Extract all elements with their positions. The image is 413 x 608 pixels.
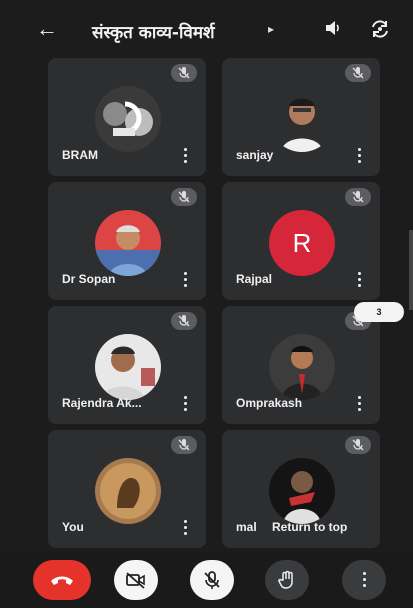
avatar-letter: R: [292, 227, 312, 258]
mic-off-icon: [345, 64, 371, 82]
avatar: [95, 210, 161, 276]
avatar: [269, 334, 335, 400]
back-arrow-icon[interactable]: ←: [36, 16, 58, 42]
meeting-title[interactable]: संस्कृत काव्य-विमर्श: [92, 20, 215, 43]
more-vert-icon[interactable]: [180, 520, 190, 536]
participant-name: BRAM: [62, 148, 98, 162]
more-vert-icon[interactable]: [354, 396, 364, 412]
mic-off-icon: [345, 436, 371, 454]
participant-tile-mal[interactable]: mal Return to top: [222, 430, 380, 548]
speaker-icon[interactable]: [321, 18, 345, 42]
more-vert-icon: [359, 572, 369, 588]
return-to-top-link[interactable]: Return to top: [272, 520, 347, 534]
avatar: [95, 334, 161, 400]
participant-tile-dr-sopan[interactable]: Dr Sopan: [48, 182, 206, 300]
more-vert-icon[interactable]: [180, 148, 190, 164]
video-off-icon: [126, 572, 145, 589]
phone-hangup-icon: [51, 576, 73, 585]
raise-hand-button[interactable]: [265, 560, 309, 600]
more-vert-icon[interactable]: [354, 272, 364, 288]
more-vert-icon[interactable]: [180, 396, 190, 412]
mic-toggle-button[interactable]: [190, 560, 234, 600]
avatar: [95, 86, 161, 152]
participant-tile-rajendra[interactable]: Rajendra Ak...: [48, 306, 206, 424]
participant-tile-sanjay[interactable]: sanjay: [222, 58, 380, 176]
mic-off-icon: [345, 188, 371, 206]
mic-off-icon: [171, 312, 197, 330]
participant-name: Rajendra Ak...: [62, 396, 142, 410]
camera-toggle-button[interactable]: [114, 560, 158, 600]
hand-icon: [278, 570, 293, 589]
participant-name: Dr Sopan: [62, 272, 116, 286]
mic-off-icon: [171, 188, 197, 206]
more-vert-icon[interactable]: [180, 272, 190, 288]
more-options-button[interactable]: [342, 560, 386, 600]
meeting-screen: ← संस्कृत काव्य-विमर्श ▸ BRAM sanjay Dr …: [0, 0, 413, 608]
participant-name: Rajpal: [236, 272, 273, 286]
mic-off-icon: [204, 571, 220, 589]
more-vert-icon[interactable]: [354, 148, 364, 164]
top-bar: ← संस्कृत काव्य-विमर्श ▸: [0, 0, 413, 62]
participant-tile-you[interactable]: You: [48, 430, 206, 548]
participant-name: You: [62, 520, 84, 534]
avatar-initial: R: [269, 210, 335, 276]
mic-off-icon: [171, 436, 197, 454]
avatar: [269, 86, 335, 152]
participant-name: Omprakash: [236, 396, 303, 410]
participant-tile-omprakash[interactable]: Omprakash: [222, 306, 380, 424]
participant-tile-rajpal[interactable]: R Rajpal: [222, 182, 380, 300]
participant-name: mal: [236, 520, 257, 534]
avatar: [269, 458, 335, 524]
scrollbar[interactable]: [409, 230, 413, 310]
participant-name: sanjay: [236, 148, 274, 162]
chevron-right-icon[interactable]: ▸: [268, 22, 274, 36]
mic-off-icon: [171, 64, 197, 82]
end-call-button[interactable]: [33, 560, 91, 600]
switch-camera-icon[interactable]: [368, 18, 392, 42]
avatar: [95, 458, 161, 524]
participant-tile-bram[interactable]: BRAM: [48, 58, 206, 176]
participant-count-badge[interactable]: 3: [354, 302, 404, 322]
